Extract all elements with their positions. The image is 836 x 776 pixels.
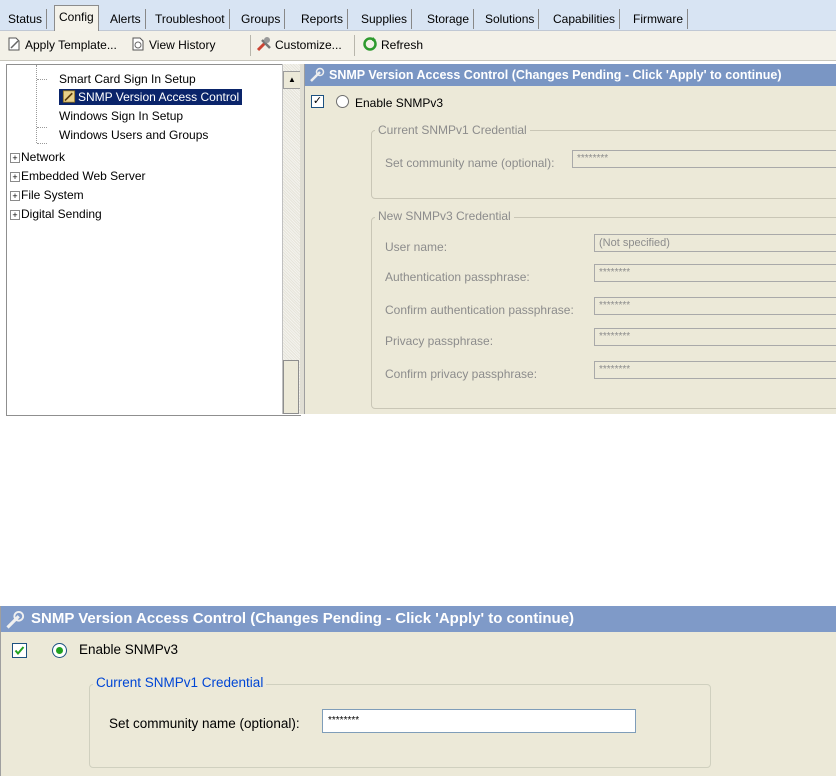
community-name-label: Set community name (optional): (385, 156, 555, 170)
toolbar: Apply Template... View History Customize… (0, 31, 836, 61)
tab-storage[interactable]: Storage (423, 9, 475, 29)
snmp-icon (62, 90, 76, 103)
snmp-panel-zoomed: SNMP Version Access Control (Changes Pen… (0, 606, 836, 776)
refresh-icon (363, 37, 377, 51)
view-history-button[interactable]: View History (130, 36, 215, 54)
tab-reports[interactable]: Reports (297, 9, 349, 29)
enable-snmpv3-label: Enable SNMPv3 (355, 96, 444, 110)
tree-line (37, 79, 47, 80)
enable-snmpv3-radio-zoomed[interactable] (52, 643, 67, 658)
user-name-label: User name: (385, 240, 448, 254)
toolbar-separator (250, 35, 251, 56)
apply-template-label: Apply Template... (25, 38, 117, 52)
current-credential-legend-zoomed: Current SNMPv1 Credential (93, 675, 267, 691)
radio-dot-icon (56, 647, 63, 654)
panel-title-bar-zoomed: SNMP Version Access Control (Changes Pen… (1, 606, 836, 632)
tools-icon (256, 37, 271, 52)
new-credential-legend: New SNMPv3 Credential (375, 209, 514, 223)
enable-checkbox-zoomed[interactable] (12, 643, 27, 658)
tab-status[interactable]: Status (4, 9, 48, 29)
panel-title-zoomed: SNMP Version Access Control (Changes Pen… (31, 610, 575, 627)
tab-config[interactable]: Config (54, 5, 99, 31)
enable-snmpv3-label-zoomed: Enable SNMPv3 (79, 642, 179, 657)
tree-item-network[interactable]: Network (21, 149, 65, 165)
confirm-privacy-passphrase-label: Confirm privacy passphrase: (385, 367, 538, 381)
expand-file-system-icon[interactable]: + (10, 191, 20, 201)
refresh-button[interactable]: Refresh (362, 36, 423, 54)
auth-passphrase-label: Authentication passphrase: (385, 270, 530, 284)
privacy-passphrase-input[interactable]: ******** (594, 328, 836, 346)
snmp-panel: SNMP Version Access Control (Changes Pen… (304, 64, 836, 414)
customize-button[interactable]: Customize... (256, 36, 342, 54)
customize-label: Customize... (275, 38, 342, 52)
tree-item-windows-users[interactable]: Windows Users and Groups (59, 127, 208, 143)
panel-title-bar: SNMP Version Access Control (Changes Pen… (305, 64, 836, 86)
view-history-icon (132, 37, 144, 51)
tab-bar: Status Config Alerts Troubleshoot Groups… (0, 0, 836, 31)
tab-supplies[interactable]: Supplies (357, 9, 413, 29)
panel-title: SNMP Version Access Control (Changes Pen… (329, 68, 782, 82)
community-name-input-zoomed[interactable]: ******** (322, 709, 636, 733)
tree-item-windows-sign-in[interactable]: Windows Sign In Setup (59, 108, 183, 124)
auth-passphrase-input[interactable]: ******** (594, 264, 836, 282)
expand-web-server-icon[interactable]: + (10, 172, 20, 182)
tree-item-smart-card[interactable]: Smart Card Sign In Setup (59, 71, 196, 87)
tree-item-embedded-web-server[interactable]: Embedded Web Server (21, 168, 146, 184)
confirm-privacy-passphrase-input[interactable]: ******** (594, 361, 836, 379)
tree-item-snmp-version[interactable]: SNMP Version Access Control (59, 89, 243, 105)
enable-checkbox[interactable]: ✓ (311, 95, 324, 108)
config-tree: Smart Card Sign In Setup SNMP Version Ac… (6, 64, 301, 416)
community-name-input[interactable]: ******** (572, 150, 836, 168)
tree-line (37, 143, 47, 144)
toolbar-separator (354, 35, 355, 56)
snmp-tool-icon (310, 67, 325, 82)
tab-alerts[interactable]: Alerts (106, 9, 146, 29)
tab-solutions[interactable]: Solutions (481, 9, 540, 29)
snmp-tool-icon (6, 610, 25, 629)
expand-network-icon[interactable]: + (10, 153, 20, 163)
user-name-input[interactable]: (Not specified) (594, 234, 836, 252)
privacy-passphrase-label: Privacy passphrase: (385, 334, 494, 348)
apply-template-icon (8, 37, 20, 51)
check-mark-icon (14, 646, 25, 656)
confirm-auth-passphrase-label: Confirm authentication passphrase: (385, 303, 574, 317)
tree-scrollbar[interactable]: ▲ (282, 64, 301, 414)
current-credential-legend: Current SNMPv1 Credential (375, 123, 530, 137)
view-history-label: View History (149, 38, 216, 52)
tree-item-file-system[interactable]: File System (21, 187, 84, 203)
tab-capabilities[interactable]: Capabilities (549, 9, 621, 29)
scroll-up-icon[interactable]: ▲ (283, 71, 301, 89)
tab-troubleshoot[interactable]: Troubleshoot (151, 9, 230, 29)
tree-item-label: SNMP Version Access Control (78, 90, 240, 104)
tree-line (37, 127, 47, 128)
tab-groups[interactable]: Groups (237, 9, 286, 29)
enable-snmpv3-radio[interactable] (336, 95, 349, 108)
tree-item-digital-sending[interactable]: Digital Sending (21, 206, 102, 222)
tree-line (36, 65, 37, 143)
refresh-label: Refresh (381, 38, 424, 52)
confirm-auth-passphrase-input[interactable]: ******** (594, 297, 836, 315)
tab-firmware[interactable]: Firmware (629, 9, 688, 29)
expand-digital-sending-icon[interactable]: + (10, 210, 20, 220)
apply-template-button[interactable]: Apply Template... (6, 36, 117, 54)
scroll-thumb[interactable] (283, 360, 299, 414)
community-name-label-zoomed: Set community name (optional): (109, 716, 300, 731)
